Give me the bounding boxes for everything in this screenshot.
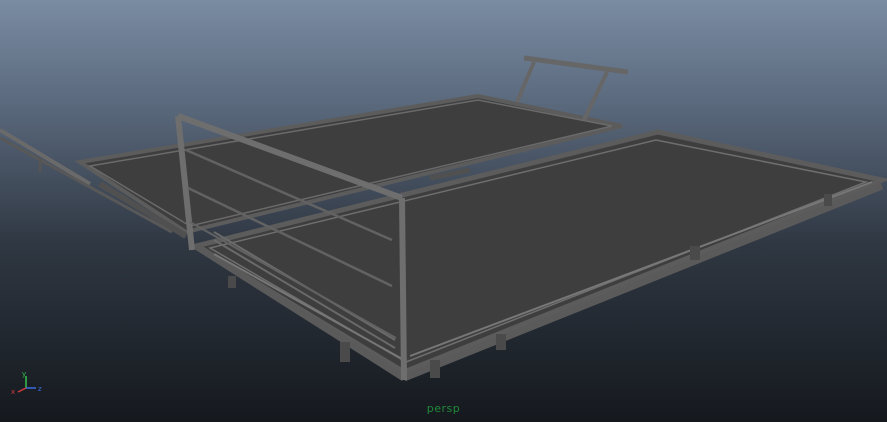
axis-z-label: z [38,385,42,393]
axis-gizmo-icon: y z x [11,370,42,396]
axis-x-label: x [11,388,15,396]
scene-geometry[interactable] [0,0,887,422]
maya-viewport[interactable]: y z x persp [0,0,887,422]
camera-label: persp [426,402,461,415]
axis-y-label: y [22,370,26,378]
